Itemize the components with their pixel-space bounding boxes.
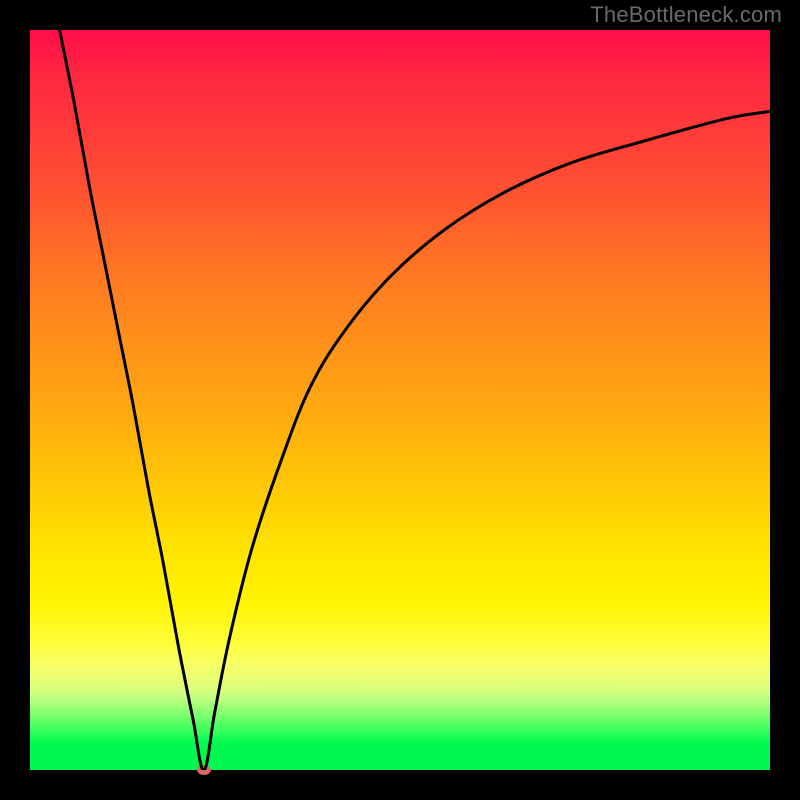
plot-area (30, 30, 770, 770)
watermark-text: TheBottleneck.com (590, 2, 782, 28)
curve-path (60, 30, 770, 770)
bottleneck-curve (30, 30, 770, 770)
chart-container: TheBottleneck.com (0, 0, 800, 800)
